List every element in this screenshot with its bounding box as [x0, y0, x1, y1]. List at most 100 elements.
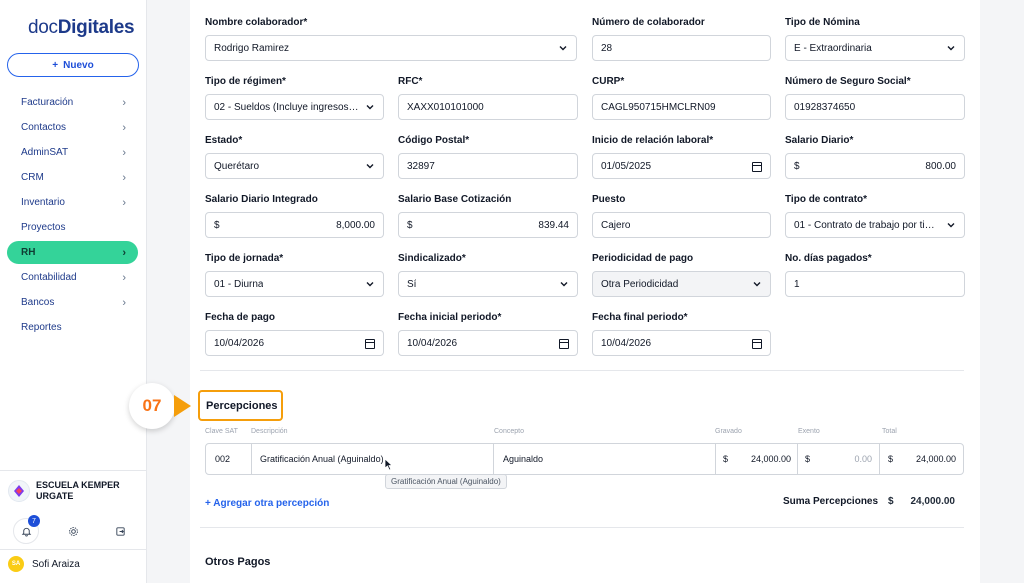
- select-value: 01 - Contrato de trabajo por tiem...: [794, 219, 940, 231]
- chevron-down-icon: [753, 282, 761, 287]
- puesto-input[interactable]: Cajero: [592, 212, 771, 238]
- cell-value: 0.00: [854, 454, 872, 464]
- field-label: No. días pagados*: [785, 253, 872, 264]
- currency-symbol: $: [723, 454, 729, 464]
- sidebar-item-proyectos[interactable]: Proyectos: [7, 216, 138, 239]
- chevron-down-icon: [560, 282, 568, 287]
- chevron-right-icon: ›: [122, 271, 126, 284]
- calendar-icon[interactable]: [365, 339, 375, 349]
- otros-pagos-section-title: Otros Pagos: [205, 556, 271, 568]
- field-label: Inicio de relación laboral*: [592, 135, 714, 146]
- sidebar-item-inventario[interactable]: Inventario ›: [7, 191, 138, 214]
- fecha-final-date-input[interactable]: 10/04/2026: [592, 330, 771, 356]
- logout-button[interactable]: [107, 518, 133, 544]
- chevron-down-icon: [559, 46, 567, 51]
- gravado-cell[interactable]: $24,000.00: [716, 444, 798, 474]
- total-cell: $24,000.00: [880, 444, 963, 474]
- curp-input[interactable]: CAGL950715HMCLRN09: [592, 94, 771, 120]
- periodicidad-pago-select[interactable]: Otra Periodicidad: [592, 271, 771, 297]
- sidebar-item-label: Proyectos: [21, 222, 66, 233]
- codigo-postal-input[interactable]: 32897: [398, 153, 578, 179]
- sidebar-item-label: Reportes: [21, 322, 62, 333]
- clave-sat-cell[interactable]: 002: [206, 444, 252, 474]
- rfc-input[interactable]: XAXX010101000: [398, 94, 578, 120]
- field-label: Número de Seguro Social*: [785, 76, 911, 87]
- plus-icon: +: [52, 59, 59, 71]
- calendar-icon[interactable]: [559, 339, 569, 349]
- estado-select[interactable]: Querétaro: [205, 153, 384, 179]
- input-value: 1: [794, 278, 800, 290]
- sidebar-item-adminsat[interactable]: AdminSAT ›: [7, 141, 138, 164]
- mouse-cursor-icon: [384, 458, 393, 471]
- section-divider: [200, 370, 964, 371]
- descripcion-cell[interactable]: Gratificación Anual (Aguinaldo): [252, 444, 494, 474]
- new-button[interactable]: + Nuevo: [7, 53, 139, 77]
- select-value: E - Extraordinaria: [794, 42, 872, 54]
- notifications-button[interactable]: 7: [13, 515, 40, 544]
- chevron-down-icon: [366, 105, 374, 110]
- currency-symbol: $: [888, 496, 894, 507]
- tooltip: Gratificación Anual (Aguinaldo): [385, 474, 507, 489]
- calendar-icon[interactable]: [752, 339, 762, 349]
- select-value: 01 - Diurna: [214, 278, 264, 290]
- currency-symbol: $: [805, 454, 811, 464]
- add-percepcion-link[interactable]: + Agregar otra percepción: [205, 498, 329, 509]
- settings-button[interactable]: [60, 518, 86, 544]
- sidebar-item-crm[interactable]: CRM ›: [7, 166, 138, 189]
- input-value: 800.00: [925, 160, 956, 172]
- fecha-inicial-date-input[interactable]: 10/04/2026: [398, 330, 578, 356]
- input-value: CAGL950715HMCLRN09: [601, 101, 716, 113]
- inicio-relacion-date-input[interactable]: 01/05/2025: [592, 153, 771, 179]
- input-value: 839.44: [538, 219, 569, 231]
- calendar-icon[interactable]: [752, 162, 762, 172]
- input-value: 28: [601, 42, 613, 54]
- tipo-contrato-select[interactable]: 01 - Contrato de trabajo por tiem...: [785, 212, 965, 238]
- salario-diario-integrado-input[interactable]: $8,000.00: [205, 212, 384, 238]
- field-label: Sindicalizado*: [398, 253, 466, 264]
- organization-switcher[interactable]: ESCUELA KEMPER URGATE: [8, 480, 136, 502]
- nombre-colaborador-select[interactable]: Rodrigo Ramirez: [205, 35, 577, 61]
- divider: [0, 549, 147, 550]
- chevron-right-icon: ›: [122, 196, 126, 209]
- chevron-right-icon: ›: [122, 296, 126, 309]
- sidebar-item-label: AdminSAT: [21, 147, 69, 158]
- currency-symbol: $: [214, 219, 220, 231]
- exento-cell[interactable]: $0.00: [798, 444, 880, 474]
- nss-input[interactable]: 01928374650: [785, 94, 965, 120]
- column-header: Clave SAT: [205, 428, 238, 435]
- dias-pagados-input[interactable]: 1: [785, 271, 965, 297]
- numero-colaborador-input[interactable]: 28: [592, 35, 771, 61]
- cell-value: Gratificación Anual (Aguinaldo): [260, 454, 384, 464]
- currency-symbol: $: [407, 219, 413, 231]
- divider: [0, 470, 147, 471]
- user-profile[interactable]: SA Sofi Araiza: [8, 556, 80, 572]
- sidebar-item-reportes[interactable]: Reportes: [7, 316, 138, 339]
- sidebar-item-label: CRM: [21, 172, 44, 183]
- logo-brand: Digitales: [57, 17, 135, 38]
- sidebar-item-rh[interactable]: RH ›: [7, 241, 138, 264]
- salario-diario-input[interactable]: $800.00: [785, 153, 965, 179]
- sindicalizado-select[interactable]: Sí: [398, 271, 578, 297]
- tipo-nomina-select[interactable]: E - Extraordinaria: [785, 35, 965, 61]
- sidebar-item-contactos[interactable]: Contactos ›: [7, 116, 138, 139]
- table-row: 002 Gratificación Anual (Aguinaldo) Agui…: [205, 443, 964, 475]
- sidebar-item-facturacion[interactable]: Facturación ›: [7, 91, 138, 114]
- sidebar-item-bancos[interactable]: Bancos ›: [7, 291, 138, 314]
- sidebar-item-contabilidad[interactable]: Contabilidad ›: [7, 266, 138, 289]
- select-value: Otra Periodicidad: [601, 278, 679, 290]
- select-value: Querétaro: [214, 160, 260, 172]
- fecha-pago-date-input[interactable]: 10/04/2026: [205, 330, 384, 356]
- concepto-cell[interactable]: Aguinaldo: [494, 444, 716, 474]
- tipo-regimen-select[interactable]: 02 - Sueldos (Incluye ingresos se...: [205, 94, 384, 120]
- sidebar-item-label: Bancos: [21, 297, 55, 308]
- salario-base-cotizacion-input[interactable]: $839.44: [398, 212, 578, 238]
- tipo-jornada-select[interactable]: 01 - Diurna: [205, 271, 384, 297]
- cell-value: 002: [215, 454, 231, 464]
- app-logo[interactable]: docDigitales: [28, 17, 135, 39]
- field-label: Tipo de jornada*: [205, 253, 284, 264]
- section-title: Percepciones: [206, 399, 278, 412]
- chevron-right-icon: ›: [122, 96, 126, 109]
- chevron-right-icon: ›: [122, 171, 126, 184]
- chevron-down-icon: [366, 164, 374, 169]
- chevron-down-icon: [947, 46, 955, 51]
